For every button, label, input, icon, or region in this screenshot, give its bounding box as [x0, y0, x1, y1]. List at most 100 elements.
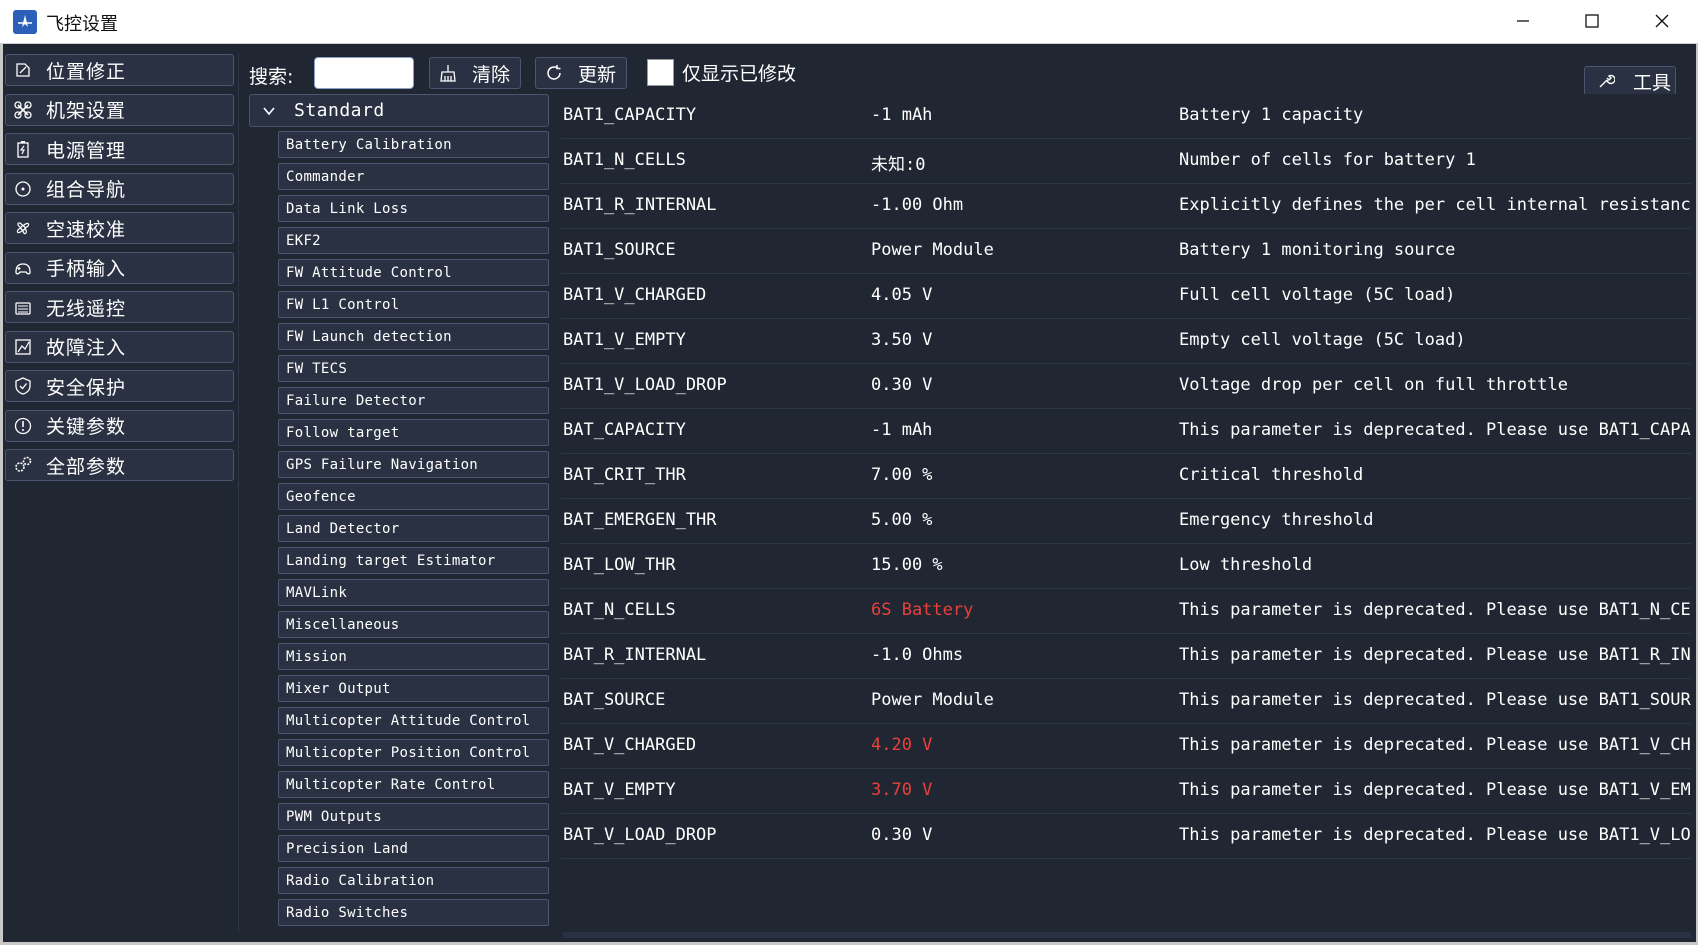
nav-item-4[interactable]: 空速校准: [5, 212, 234, 244]
category-item[interactable]: Mission: [278, 643, 549, 670]
param-description: This parameter is deprecated. Please use…: [1179, 645, 1691, 665]
nav-item-label: 无线遥控: [46, 297, 127, 320]
category-item[interactable]: Geofence: [278, 483, 549, 510]
param-description: Low threshold: [1179, 555, 1313, 575]
show-modified-toggle[interactable]: 仅显示已修改: [647, 59, 796, 86]
refresh-icon: [547, 65, 561, 80]
param-row[interactable]: BAT_V_EMPTY 3.70 V This parameter is depre…: [561, 769, 1691, 814]
nav-item-5[interactable]: 手柄输入: [5, 251, 234, 284]
param-row[interactable]: BAT1_N_CELLS 未知:0 Number of cells for batt…: [561, 139, 1691, 184]
category-item[interactable]: Follow target: [278, 419, 549, 446]
nav-item-10[interactable]: 全部参数: [5, 449, 234, 481]
param-name: BAT1_V_EMPTY: [563, 330, 686, 350]
category-item[interactable]: Miscellaneous: [278, 611, 549, 638]
param-row[interactable]: BAT_EMERGEN_THR 5.00 % Emergency threshold: [561, 499, 1691, 544]
param-row[interactable]: BAT1_V_CHARGED 4.05 V Full cell voltage (5…: [561, 274, 1691, 319]
param-description: This parameter is deprecated. Please use…: [1179, 825, 1691, 845]
horizontal-scrollbar[interactable]: [563, 932, 1691, 938]
nav-item-8[interactable]: 安全保护: [5, 370, 234, 402]
param-value: 未知:0: [871, 155, 926, 175]
category-item[interactable]: GPS Failure Navigation: [278, 451, 549, 478]
broom-icon: [440, 65, 456, 82]
drone-frame-icon: [6, 95, 40, 125]
nav-item-9[interactable]: 关键参数: [5, 409, 234, 442]
param-row[interactable]: BAT_V_LOAD_DROP 0.30 V This parameter is d…: [561, 814, 1691, 859]
param-row[interactable]: BAT_CAPACITY -1 mAh This parameter is depr…: [561, 409, 1691, 454]
category-item[interactable]: Failure Detector: [278, 387, 549, 414]
param-description: This parameter is deprecated. Please use…: [1179, 690, 1691, 710]
param-row[interactable]: BAT_CRIT_THR 7.00 % Critical threshold: [561, 454, 1691, 499]
category-item[interactable]: FW Launch detection: [278, 323, 549, 350]
category-item[interactable]: Commander: [278, 163, 549, 190]
param-value: 3.70 V: [871, 780, 933, 800]
nav-item-3[interactable]: 组合导航: [5, 172, 234, 205]
category-item[interactable]: Battery Calibration: [278, 131, 549, 158]
nav-item-label: 位置修正: [46, 60, 127, 83]
category-item[interactable]: Mixer Output: [278, 675, 549, 702]
maximize-button[interactable]: [1558, 0, 1626, 42]
category-item[interactable]: Multicopter Attitude Control: [278, 707, 549, 734]
param-value: 6S Battery: [871, 600, 974, 620]
category-item[interactable]: Landing target Estimator: [278, 547, 549, 574]
param-description: Number of cells for battery 1: [1179, 150, 1476, 170]
param-row[interactable]: BAT1_SOURCE Power Module Battery 1 monitor…: [561, 229, 1691, 274]
category-item[interactable]: Multicopter Position Control: [278, 739, 549, 766]
category-item[interactable]: Multicopter Rate Control: [278, 771, 549, 798]
tree-root-standard[interactable]: Standard: [249, 94, 549, 127]
minimize-button[interactable]: [1489, 0, 1557, 42]
refresh-button[interactable]: 更新: [535, 57, 627, 89]
close-button[interactable]: [1628, 0, 1696, 42]
search-label: 搜索:: [249, 66, 294, 88]
fan-icon: [6, 213, 40, 243]
param-row[interactable]: BAT1_CAPACITY -1 mAh Battery 1 capacity: [561, 94, 1691, 139]
show-modified-label: 仅显示已修改: [682, 63, 797, 85]
category-item[interactable]: FW Attitude Control: [278, 259, 549, 286]
param-row[interactable]: BAT_LOW_THR 15.00 % Low threshold: [561, 544, 1691, 589]
param-row[interactable]: BAT1_R_INTERNAL -1.00 Ohm Explicitly defin…: [561, 184, 1691, 229]
param-description: Empty cell voltage (5C load): [1179, 330, 1466, 350]
category-item[interactable]: MAVLink: [278, 579, 549, 606]
category-item[interactable]: Radio Switches: [278, 899, 549, 926]
nav-item-2[interactable]: 电源管理: [5, 133, 234, 165]
show-modified-checkbox[interactable]: [647, 59, 674, 86]
nav-item-7[interactable]: 故障注入: [5, 330, 234, 363]
param-row[interactable]: BAT_N_CELLS 6S Battery This parameter is d…: [561, 589, 1691, 634]
search-input[interactable]: [314, 57, 414, 89]
gears-icon: [6, 450, 40, 480]
clear-label: 清除: [472, 63, 511, 86]
close-icon: [1655, 14, 1669, 28]
param-row[interactable]: BAT1_V_EMPTY 3.50 V Empty cell voltage (5C…: [561, 319, 1691, 364]
param-row[interactable]: BAT_V_CHARGED 4.20 V This parameter is dep…: [561, 724, 1691, 769]
nav-item-0[interactable]: 位置修正: [5, 54, 234, 86]
tools-button[interactable]: 工具: [1584, 66, 1676, 96]
toolbar: 搜索: 清除 更新 仅显示已修改 工具: [247, 56, 1687, 96]
param-name: BAT1_V_CHARGED: [563, 285, 707, 305]
clear-button[interactable]: 清除: [429, 57, 521, 89]
param-value: -1 mAh: [871, 420, 933, 440]
category-item[interactable]: PWM Outputs: [278, 803, 549, 830]
title-bar: 飞控设置: [0, 0, 1698, 44]
tools-label: 工具: [1633, 71, 1672, 94]
param-description: Emergency threshold: [1179, 510, 1374, 530]
category-item[interactable]: EKF2: [278, 227, 549, 254]
category-item[interactable]: Land Detector: [278, 515, 549, 542]
nav-item-label: 组合导航: [46, 179, 127, 201]
param-row[interactable]: BAT_R_INTERNAL -1.0 Ohms This parameter is…: [561, 634, 1691, 679]
nav-item-6[interactable]: 无线遥控: [5, 291, 234, 323]
param-row[interactable]: BAT1_V_LOAD_DROP 0.30 V Voltage drop per c…: [561, 364, 1691, 409]
params-table: BAT1_CAPACITY -1 mAh Battery 1 capacity BAT…: [561, 94, 1691, 932]
param-name: BAT_N_CELLS: [563, 600, 676, 620]
category-item[interactable]: Data Link Loss: [278, 195, 549, 222]
gamepad-icon: [6, 253, 40, 283]
category-item[interactable]: FW TECS: [278, 355, 549, 382]
nav-item-label: 空速校准: [46, 218, 127, 241]
param-description: Battery 1 monitoring source: [1179, 240, 1456, 260]
param-value: 3.50 V: [871, 330, 933, 350]
category-item[interactable]: FW L1 Control: [278, 291, 549, 318]
refresh-label: 更新: [578, 63, 617, 86]
param-row[interactable]: BAT_SOURCE Power Module This parameter is …: [561, 679, 1691, 724]
param-value: -1 mAh: [871, 105, 933, 125]
category-item[interactable]: Precision Land: [278, 835, 549, 862]
nav-item-1[interactable]: 机架设置: [5, 93, 234, 126]
category-item[interactable]: Radio Calibration: [278, 867, 549, 894]
